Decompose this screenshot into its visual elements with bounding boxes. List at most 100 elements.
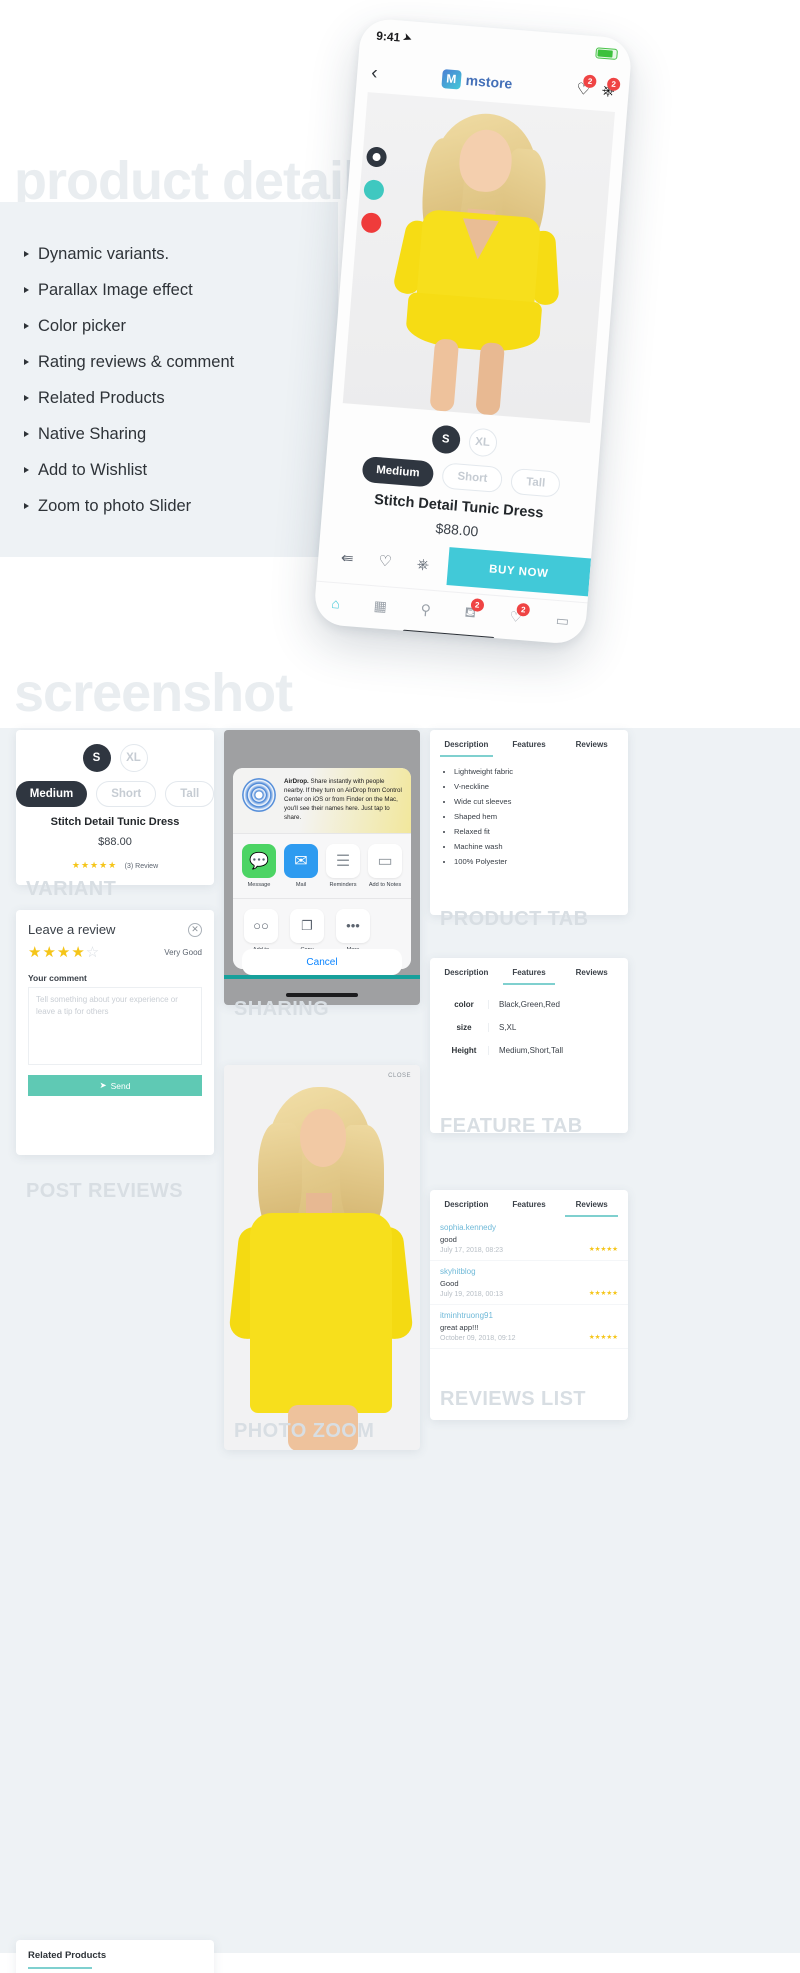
bullet-arrow-icon — [24, 287, 29, 293]
bullet-arrow-icon — [24, 395, 29, 401]
variant-size-options[interactable]: S XL — [26, 744, 204, 772]
variant-product-price: $88.00 — [98, 836, 132, 848]
share-app-row[interactable]: 💬 Message ✉ Mail ☰ Reminders ▭ Add to Notes — [233, 832, 411, 898]
app-icon: ✉ — [284, 843, 318, 878]
phone-screen: 9:41 ➤ ‹ mstore ♡ 2 — [312, 17, 633, 646]
color-dot-dark[interactable] — [365, 146, 388, 168]
feature-label: Color picker — [38, 316, 127, 335]
feature-list: Dynamic variants. Parallax Image effect Co… — [24, 236, 234, 524]
wishlist-button[interactable]: ♡ 2 — [576, 74, 598, 100]
back-button[interactable]: ‹ — [371, 62, 379, 83]
brand-name: mstore — [465, 71, 513, 92]
feature-value: Black,Green,Red — [488, 1000, 618, 1009]
feature-key: Height — [451, 1046, 477, 1055]
share-app-mail[interactable]: ✉ Mail — [284, 843, 318, 888]
rating-text: Very Good — [164, 947, 202, 957]
close-icon[interactable]: ✕ — [188, 922, 202, 937]
size-chip-s[interactable]: S — [430, 424, 461, 455]
cart-button[interactable]: ⎈ 2 — [601, 77, 621, 101]
buy-now-button[interactable]: BUY NOW — [446, 547, 592, 597]
review-user[interactable]: sophia.kennedy — [440, 1223, 618, 1232]
feature-value: Medium,Short,Tall — [488, 1046, 618, 1055]
send-label: Send — [110, 1080, 131, 1091]
feature-tabs[interactable]: Description Features Reviews — [430, 958, 628, 985]
review-user[interactable]: skyhitblog — [440, 1267, 618, 1276]
share-app-add-to-notes[interactable]: ▭ Add to Notes — [368, 843, 402, 888]
color-dot-teal[interactable] — [363, 179, 385, 201]
add-to-cart-icon[interactable]: ⎈ — [403, 554, 442, 574]
feature-row: size S,XL — [440, 1016, 618, 1039]
comment-textarea[interactable]: Tell something about your experience or … — [28, 987, 202, 1065]
variant-card-label: VARIANT — [26, 878, 117, 900]
airdrop-row[interactable]: AirDrop. Share instantly with people nea… — [233, 768, 411, 833]
product-tab-reviews[interactable]: Reviews — [565, 740, 618, 757]
bullet-arrow-icon — [24, 467, 29, 473]
review-stars: ★★★★★ — [588, 1290, 618, 1297]
variant-size-chip-s[interactable]: S — [82, 744, 111, 772]
tab-profile[interactable]: ▭ — [555, 612, 569, 630]
comment-label: Your comment — [28, 973, 87, 983]
app-icon: ☰ — [326, 843, 360, 878]
tab-category[interactable]: ▦ — [373, 597, 387, 615]
product-tab-card: Description Features Reviews Lightweight f… — [430, 730, 628, 915]
airdrop-title: AirDrop. — [284, 778, 309, 785]
variant-size-chip-xl[interactable]: XL — [119, 744, 148, 772]
feature-tab-description[interactable]: Description — [440, 968, 493, 985]
share-icon[interactable]: ⇚ — [328, 547, 367, 568]
feature-tab-features[interactable]: Features — [502, 968, 556, 985]
product-detail-section: product detail Dynamic variants. Parallax… — [0, 0, 800, 710]
feature-item: Parallax Image effect — [24, 272, 234, 308]
product-tab-description[interactable]: Description — [440, 740, 493, 757]
bullet-arrow-icon — [24, 431, 29, 437]
bullet-arrow-icon — [24, 359, 29, 365]
product-tabs[interactable]: Description Features Reviews — [430, 730, 628, 757]
review-rating-stars[interactable]: ★★★★☆ — [28, 943, 100, 961]
height-chip-medium[interactable]: Medium — [361, 455, 435, 488]
tab-home[interactable]: ⌂ — [331, 594, 341, 611]
feature-item: Add to Wishlist — [24, 452, 234, 488]
screenshots-section: screenshot S XL Medium Short Tall Stitch De… — [0, 663, 800, 1973]
size-chip-xl[interactable]: XL — [467, 427, 498, 458]
reviews-tab-features[interactable]: Features — [503, 1200, 556, 1217]
color-dot-red[interactable] — [360, 212, 383, 234]
airdrop-icon — [242, 778, 276, 812]
variant-height-chip-medium[interactable]: Medium — [15, 781, 88, 807]
photo-zoom-card-label: PHOTO ZOOM — [234, 1420, 375, 1442]
share-app-reminders[interactable]: ☰ Reminders — [326, 843, 360, 888]
app-name: Reminders — [329, 881, 357, 888]
variant-height-chip-short[interactable]: Short — [96, 781, 157, 807]
action-icon: ○○ — [244, 908, 278, 943]
send-icon: ➤ — [99, 1080, 107, 1090]
status-time: 9:41 — [375, 28, 401, 45]
navbar-actions: ♡ 2 ⎈ 2 — [576, 74, 621, 102]
wishlist-badge: 2 — [583, 74, 598, 89]
reviews-tab-reviews[interactable]: Reviews — [565, 1200, 619, 1217]
feature-tab-reviews[interactable]: Reviews — [565, 968, 618, 985]
variant-height-chip-tall[interactable]: Tall — [165, 781, 215, 807]
related-products-card: Related Products ♡Elephant Print Cami Sw… — [16, 1940, 214, 1973]
post-reviews-card-label: POST REVIEWS — [26, 1180, 184, 1202]
tab-wishlist[interactable]: ♡ 2 — [509, 602, 531, 626]
photo-zoom-card[interactable]: CLOSE — [224, 1065, 420, 1450]
feature-item: Dynamic variants. — [24, 236, 234, 272]
variant-height-options[interactable]: Medium Short Tall — [15, 781, 215, 807]
share-app-message[interactable]: 💬 Message — [242, 843, 276, 888]
cart-badge: 2 — [606, 77, 621, 92]
screenshot-page: product detail Dynamic variants. Parallax… — [0, 0, 800, 1973]
feature-label: Dynamic variants. — [38, 244, 170, 263]
review-user[interactable]: itminhtruong91 — [440, 1311, 618, 1320]
reviews-tabs[interactable]: Description Features Reviews — [430, 1190, 628, 1217]
height-chip-tall[interactable]: Tall — [510, 467, 562, 498]
product-tab-features[interactable]: Features — [503, 740, 556, 757]
send-review-button[interactable]: ➤ Send — [28, 1075, 202, 1096]
photo-zoom-close-label[interactable]: CLOSE — [388, 1073, 411, 1079]
height-chip-short[interactable]: Short — [441, 462, 504, 494]
cancel-button[interactable]: Cancel — [242, 949, 402, 975]
reviews-tab-description[interactable]: Description — [440, 1200, 493, 1217]
tab-cart[interactable]: ⛾ 2 — [464, 598, 485, 624]
tab-search[interactable]: ⚲ — [420, 601, 432, 619]
post-reviews-card: Leave a review ✕ ★★★★☆ Very Good Your co… — [16, 910, 214, 1155]
wishlist-heart-icon[interactable]: ♡ — [366, 551, 405, 572]
product-hero-image[interactable] — [342, 92, 615, 423]
feature-label: Add to Wishlist — [38, 460, 148, 479]
